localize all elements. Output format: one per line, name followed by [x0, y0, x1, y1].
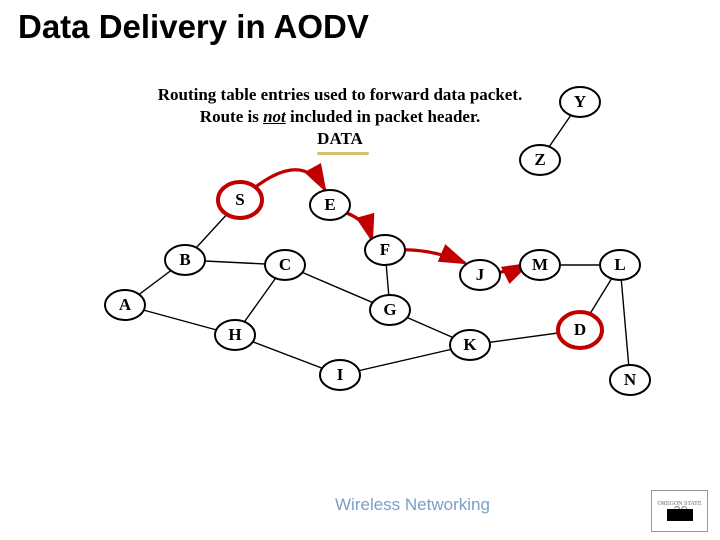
node-J: J — [460, 260, 500, 290]
footer-text: Wireless Networking — [335, 495, 490, 515]
network-diagram: Y Z S E F B C J M L A G H K D I N — [0, 0, 720, 540]
node-K: K — [450, 330, 490, 360]
corner-logo: OREGON STATE — [651, 490, 708, 532]
node-I: I — [320, 360, 360, 390]
node-S: S — [218, 182, 262, 218]
svg-text:C: C — [279, 255, 291, 274]
logo-block-icon — [667, 509, 693, 521]
svg-text:Y: Y — [574, 92, 586, 111]
svg-text:I: I — [337, 365, 344, 384]
node-M: M — [520, 250, 560, 280]
node-B: B — [165, 245, 205, 275]
svg-text:N: N — [624, 370, 637, 389]
node-G: G — [370, 295, 410, 325]
svg-text:F: F — [380, 240, 390, 259]
svg-text:A: A — [119, 295, 132, 314]
svg-text:E: E — [324, 195, 335, 214]
node-A: A — [105, 290, 145, 320]
node-L: L — [600, 250, 640, 280]
svg-text:L: L — [614, 255, 625, 274]
node-N: N — [610, 365, 650, 395]
svg-text:B: B — [179, 250, 190, 269]
node-E: E — [310, 190, 350, 220]
svg-text:K: K — [463, 335, 477, 354]
node-H: H — [215, 320, 255, 350]
node-Y: Y — [560, 87, 600, 117]
svg-text:D: D — [574, 320, 586, 339]
node-Z: Z — [520, 145, 560, 175]
svg-text:H: H — [228, 325, 241, 344]
svg-text:S: S — [235, 190, 244, 209]
svg-text:G: G — [383, 300, 396, 319]
svg-text:M: M — [532, 255, 548, 274]
node-F: F — [365, 235, 405, 265]
svg-text:Z: Z — [534, 150, 545, 169]
svg-text:J: J — [476, 265, 485, 284]
node-D: D — [558, 312, 602, 348]
node-C: C — [265, 250, 305, 280]
